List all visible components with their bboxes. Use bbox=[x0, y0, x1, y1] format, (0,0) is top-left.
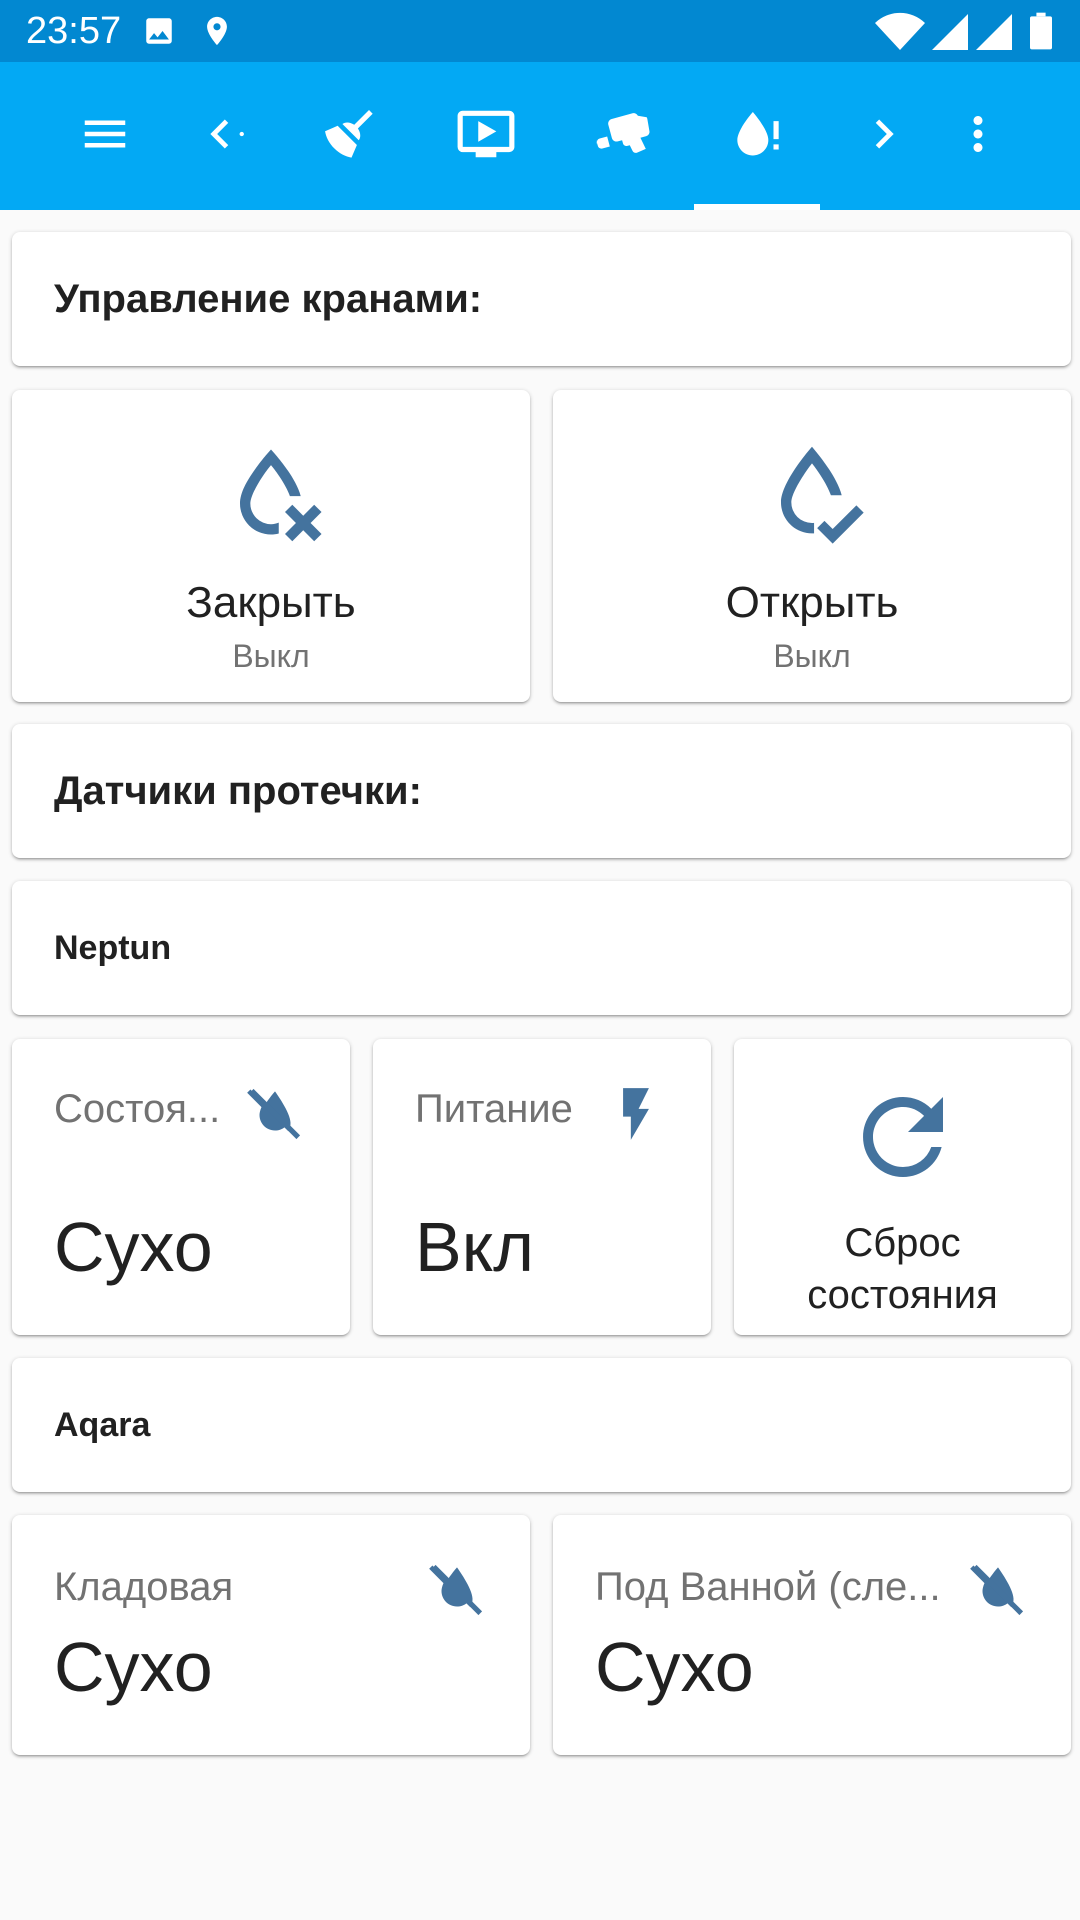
bathroom-sensor-value: Сухо bbox=[595, 1628, 754, 1706]
water-remove-icon bbox=[209, 430, 333, 559]
menu-icon bbox=[78, 107, 132, 166]
water-check-icon bbox=[750, 430, 874, 559]
tab-cameras[interactable] bbox=[572, 62, 672, 210]
open-valve-label: Открыть bbox=[725, 578, 899, 627]
water-off-icon bbox=[967, 1559, 1029, 1626]
pantry-sensor-card[interactable]: Кладовая Сухо bbox=[12, 1515, 530, 1755]
cctv-icon bbox=[591, 103, 653, 170]
close-valve-button[interactable]: Закрыть Выкл bbox=[12, 390, 530, 702]
bathroom-sensor-label: Под Ванной (сле... bbox=[595, 1565, 941, 1609]
location-pin-icon bbox=[200, 12, 234, 55]
more-vert-icon bbox=[951, 107, 1005, 166]
neptun-status-label: Состоя... bbox=[54, 1087, 221, 1131]
wifi-icon bbox=[874, 12, 926, 57]
active-tab-indicator bbox=[694, 204, 820, 210]
neptun-header-card: Neptun bbox=[12, 881, 1071, 1015]
neptun-power-value: Вкл bbox=[415, 1208, 534, 1286]
water-alert-icon bbox=[727, 103, 789, 170]
scroll-right-button[interactable] bbox=[844, 62, 924, 210]
neptun-power-card[interactable]: Питание Вкл bbox=[373, 1039, 711, 1335]
tab-cleaning[interactable] bbox=[300, 62, 400, 210]
close-valve-label: Закрыть bbox=[186, 578, 356, 627]
reset-label-line1: Сброс bbox=[844, 1221, 961, 1265]
menu-button[interactable] bbox=[60, 62, 150, 210]
broom-icon bbox=[319, 103, 381, 170]
signal-icon bbox=[932, 14, 968, 55]
image-icon bbox=[142, 14, 176, 53]
leak-sensors-header-title: Датчики протечки: bbox=[54, 768, 422, 813]
water-off-icon bbox=[244, 1083, 306, 1150]
chevron-left-icon bbox=[191, 105, 249, 168]
neptun-power-label: Питание bbox=[415, 1087, 573, 1131]
pantry-sensor-label: Кладовая bbox=[54, 1565, 234, 1609]
open-valve-state: Выкл bbox=[773, 638, 851, 674]
neptun-status-value: Сухо bbox=[54, 1208, 213, 1286]
reset-label-line2: состояния bbox=[807, 1273, 998, 1317]
status-bar: 23:57 bbox=[0, 0, 1080, 62]
battery-icon bbox=[1030, 12, 1052, 55]
scroll-left-button[interactable] bbox=[180, 62, 260, 210]
pantry-sensor-value: Сухо bbox=[54, 1628, 213, 1706]
neptun-reset-button[interactable]: Сброс состояния bbox=[734, 1039, 1071, 1335]
neptun-status-card[interactable]: Состоя... Сухо bbox=[12, 1039, 350, 1335]
refresh-icon bbox=[843, 1077, 963, 1202]
chevron-right-icon bbox=[855, 105, 913, 168]
water-off-icon bbox=[426, 1559, 488, 1626]
aqara-header-card: Aqara bbox=[12, 1358, 1071, 1492]
flash-icon bbox=[605, 1083, 667, 1150]
monitor-play-icon bbox=[455, 103, 517, 170]
open-valve-button[interactable]: Открыть Выкл bbox=[553, 390, 1071, 702]
leak-sensors-header-card: Датчики протечки: bbox=[12, 724, 1071, 858]
more-options-button[interactable] bbox=[948, 62, 1008, 210]
close-valve-state: Выкл bbox=[232, 638, 310, 674]
aqara-header-title: Aqara bbox=[54, 1405, 151, 1444]
tab-media[interactable] bbox=[436, 62, 536, 210]
valves-header-card: Управление кранами: bbox=[12, 232, 1071, 366]
top-toolbar bbox=[0, 62, 1080, 210]
bathroom-sensor-card[interactable]: Под Ванной (сле... Сухо bbox=[553, 1515, 1071, 1755]
status-time: 23:57 bbox=[26, 10, 122, 52]
tab-water-leak[interactable] bbox=[708, 62, 808, 210]
signal-icon bbox=[976, 14, 1012, 55]
neptun-header-title: Neptun bbox=[54, 928, 172, 967]
valves-header-title: Управление кранами: bbox=[54, 276, 483, 321]
